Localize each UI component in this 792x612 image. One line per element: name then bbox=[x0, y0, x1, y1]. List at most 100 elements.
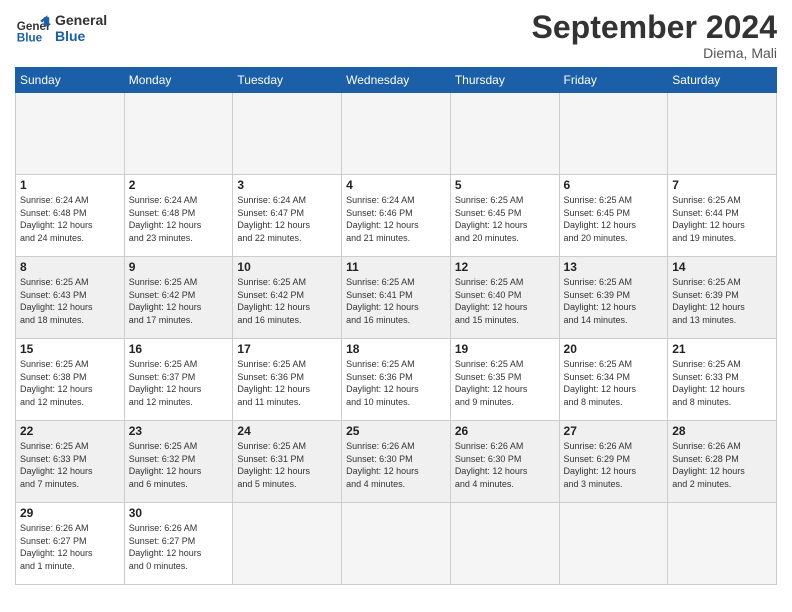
table-row bbox=[559, 93, 668, 175]
day-number: 3 bbox=[237, 178, 337, 192]
table-row: 25 Sunrise: 6:26 AMSunset: 6:30 PMDayligh… bbox=[342, 421, 451, 503]
table-row: 27 Sunrise: 6:26 AMSunset: 6:29 PMDayligh… bbox=[559, 421, 668, 503]
title-block: September 2024 Diema, Mali bbox=[532, 10, 777, 61]
day-number: 1 bbox=[20, 178, 120, 192]
table-row: 13Sunrise: 6:25 AMSunset: 6:39 PMDayligh… bbox=[559, 257, 668, 339]
table-row bbox=[450, 503, 559, 585]
table-row: 1Sunrise: 6:24 AMSunset: 6:48 PMDaylight… bbox=[16, 175, 125, 257]
day-number: 10 bbox=[237, 260, 337, 274]
table-row bbox=[16, 93, 125, 175]
table-row: 15Sunrise: 6:25 AMSunset: 6:38 PMDayligh… bbox=[16, 339, 125, 421]
svg-text:Blue: Blue bbox=[17, 32, 43, 45]
table-row: 10 Sunrise: 6:25 AMSunset: 6:42 PMDayligh… bbox=[233, 257, 342, 339]
day-info: Sunrise: 6:26 AMSunset: 6:28 PMDaylight:… bbox=[672, 440, 772, 490]
table-row: 7 Sunrise: 6:25 AMSunset: 6:44 PMDaylight… bbox=[668, 175, 777, 257]
day-number: 26 bbox=[455, 424, 555, 438]
day-info: Sunrise: 6:26 AMSunset: 6:29 PMDaylight:… bbox=[564, 440, 664, 490]
day-info: Sunrise: 6:25 AMSunset: 6:32 PMDaylight:… bbox=[129, 440, 229, 490]
table-row: 22 Sunrise: 6:25 AMSunset: 6:33 PMDayligh… bbox=[16, 421, 125, 503]
table-row: 12Sunrise: 6:25 AMSunset: 6:40 PMDayligh… bbox=[450, 257, 559, 339]
table-row: 20Sunrise: 6:25 AMSunset: 6:34 PMDayligh… bbox=[559, 339, 668, 421]
table-row: 18 Sunrise: 6:25 AMSunset: 6:36 PMDayligh… bbox=[342, 339, 451, 421]
day-number: 29 bbox=[20, 506, 120, 520]
col-tuesday: Tuesday bbox=[233, 68, 342, 93]
calendar-week-row: 8 Sunrise: 6:25 AMSunset: 6:43 PMDaylight… bbox=[16, 257, 777, 339]
table-row: 29 Sunrise: 6:26 AMSunset: 6:27 PMDayligh… bbox=[16, 503, 125, 585]
table-row: 17Sunrise: 6:25 AMSunset: 6:36 PMDayligh… bbox=[233, 339, 342, 421]
day-info: Sunrise: 6:25 AMSunset: 6:36 PMDaylight:… bbox=[346, 358, 446, 408]
table-row bbox=[668, 93, 777, 175]
calendar-table: Sunday Monday Tuesday Wednesday Thursday… bbox=[15, 67, 777, 585]
table-row bbox=[559, 503, 668, 585]
day-number: 7 bbox=[672, 178, 772, 192]
day-info: Sunrise: 6:25 AMSunset: 6:45 PMDaylight:… bbox=[455, 194, 555, 244]
day-info: Sunrise: 6:25 AMSunset: 6:33 PMDaylight:… bbox=[20, 440, 120, 490]
calendar-week-row: 22 Sunrise: 6:25 AMSunset: 6:33 PMDayligh… bbox=[16, 421, 777, 503]
day-number: 27 bbox=[564, 424, 664, 438]
location: Diema, Mali bbox=[532, 45, 777, 61]
day-number: 22 bbox=[20, 424, 120, 438]
table-row: 11 Sunrise: 6:25 AMSunset: 6:41 PMDayligh… bbox=[342, 257, 451, 339]
day-info: Sunrise: 6:25 AMSunset: 6:42 PMDaylight:… bbox=[129, 276, 229, 326]
day-number: 28 bbox=[672, 424, 772, 438]
col-sunday: Sunday bbox=[16, 68, 125, 93]
day-info: Sunrise: 6:24 AMSunset: 6:47 PMDaylight:… bbox=[237, 194, 337, 244]
day-info: Sunrise: 6:25 AMSunset: 6:37 PMDaylight:… bbox=[129, 358, 229, 408]
month-title: September 2024 bbox=[532, 10, 777, 45]
day-number: 4 bbox=[346, 178, 446, 192]
logo-general: General bbox=[55, 12, 107, 28]
table-row: 16 Sunrise: 6:25 AMSunset: 6:37 PMDayligh… bbox=[124, 339, 233, 421]
col-monday: Monday bbox=[124, 68, 233, 93]
table-row bbox=[450, 93, 559, 175]
day-info: Sunrise: 6:25 AMSunset: 6:41 PMDaylight:… bbox=[346, 276, 446, 326]
day-number: 18 bbox=[346, 342, 446, 356]
table-row bbox=[233, 93, 342, 175]
day-info: Sunrise: 6:25 AMSunset: 6:43 PMDaylight:… bbox=[20, 276, 120, 326]
day-number: 16 bbox=[129, 342, 229, 356]
day-info: Sunrise: 6:26 AMSunset: 6:30 PMDaylight:… bbox=[346, 440, 446, 490]
table-row: 21Sunrise: 6:25 AMSunset: 6:33 PMDayligh… bbox=[668, 339, 777, 421]
day-number: 19 bbox=[455, 342, 555, 356]
calendar-header-row: Sunday Monday Tuesday Wednesday Thursday… bbox=[16, 68, 777, 93]
day-number: 11 bbox=[346, 260, 446, 274]
table-row: 26 Sunrise: 6:26 AMSunset: 6:30 PMDayligh… bbox=[450, 421, 559, 503]
table-row: 4Sunrise: 6:24 AMSunset: 6:46 PMDaylight… bbox=[342, 175, 451, 257]
day-number: 5 bbox=[455, 178, 555, 192]
table-row: 24 Sunrise: 6:25 AMSunset: 6:31 PMDayligh… bbox=[233, 421, 342, 503]
day-info: Sunrise: 6:26 AMSunset: 6:27 PMDaylight:… bbox=[129, 522, 229, 572]
table-row bbox=[668, 503, 777, 585]
col-thursday: Thursday bbox=[450, 68, 559, 93]
day-number: 25 bbox=[346, 424, 446, 438]
day-number: 2 bbox=[129, 178, 229, 192]
table-row: 6Sunrise: 6:25 AMSunset: 6:45 PMDaylight… bbox=[559, 175, 668, 257]
day-number: 8 bbox=[20, 260, 120, 274]
day-info: Sunrise: 6:25 AMSunset: 6:31 PMDaylight:… bbox=[237, 440, 337, 490]
day-number: 13 bbox=[564, 260, 664, 274]
day-info: Sunrise: 6:26 AMSunset: 6:27 PMDaylight:… bbox=[20, 522, 120, 572]
table-row: 14Sunrise: 6:25 AMSunset: 6:39 PMDayligh… bbox=[668, 257, 777, 339]
col-saturday: Saturday bbox=[668, 68, 777, 93]
page: General Blue General Blue September 2024… bbox=[0, 0, 792, 612]
day-info: Sunrise: 6:25 AMSunset: 6:35 PMDaylight:… bbox=[455, 358, 555, 408]
day-number: 17 bbox=[237, 342, 337, 356]
table-row: 23 Sunrise: 6:25 AMSunset: 6:32 PMDayligh… bbox=[124, 421, 233, 503]
day-info: Sunrise: 6:25 AMSunset: 6:44 PMDaylight:… bbox=[672, 194, 772, 244]
table-row: 2Sunrise: 6:24 AMSunset: 6:48 PMDaylight… bbox=[124, 175, 233, 257]
calendar-week-row: 15Sunrise: 6:25 AMSunset: 6:38 PMDayligh… bbox=[16, 339, 777, 421]
day-info: Sunrise: 6:26 AMSunset: 6:30 PMDaylight:… bbox=[455, 440, 555, 490]
table-row: 3 Sunrise: 6:24 AMSunset: 6:47 PMDaylight… bbox=[233, 175, 342, 257]
calendar-week-row bbox=[16, 93, 777, 175]
table-row bbox=[342, 93, 451, 175]
day-info: Sunrise: 6:25 AMSunset: 6:42 PMDaylight:… bbox=[237, 276, 337, 326]
logo: General Blue General Blue bbox=[15, 10, 107, 46]
day-number: 9 bbox=[129, 260, 229, 274]
day-number: 23 bbox=[129, 424, 229, 438]
col-wednesday: Wednesday bbox=[342, 68, 451, 93]
header: General Blue General Blue September 2024… bbox=[15, 10, 777, 61]
day-number: 6 bbox=[564, 178, 664, 192]
day-number: 14 bbox=[672, 260, 772, 274]
table-row: 28 Sunrise: 6:26 AMSunset: 6:28 PMDayligh… bbox=[668, 421, 777, 503]
day-info: Sunrise: 6:25 AMSunset: 6:40 PMDaylight:… bbox=[455, 276, 555, 326]
day-number: 24 bbox=[237, 424, 337, 438]
table-row: 9 Sunrise: 6:25 AMSunset: 6:42 PMDaylight… bbox=[124, 257, 233, 339]
